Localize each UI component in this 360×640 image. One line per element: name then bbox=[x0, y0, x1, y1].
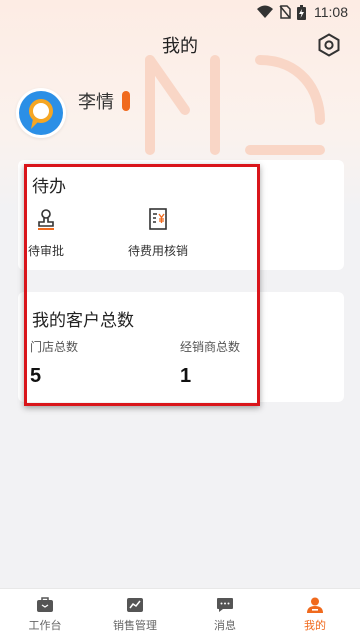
avatar-logo-icon bbox=[19, 91, 63, 135]
todo-title: 待办 bbox=[32, 177, 66, 197]
pending-expense-label: 待费用核销 bbox=[128, 244, 189, 258]
store-total-value: 5 bbox=[30, 365, 42, 387]
chart-icon bbox=[125, 596, 145, 614]
wifi-icon bbox=[257, 5, 273, 19]
customer-total-card: 我的客户总数 门店总数 5 经销商总数 1 bbox=[18, 292, 344, 402]
page-title: 我的 bbox=[162, 36, 198, 57]
nav-item-sales[interactable]: 销售管理 bbox=[90, 589, 180, 640]
user-name: 李情 bbox=[78, 92, 114, 113]
profile-icon bbox=[305, 596, 325, 614]
workbench-icon bbox=[35, 596, 55, 614]
dealer-total-stat[interactable]: 经销商总数 1 bbox=[180, 338, 240, 388]
status-badge bbox=[122, 91, 130, 111]
nav-item-mine[interactable]: 我的 bbox=[270, 589, 360, 640]
status-bar: 11:08 bbox=[0, 0, 360, 24]
nav-label-mine: 我的 bbox=[304, 619, 326, 632]
settings-icon bbox=[317, 33, 341, 61]
customer-total-title: 我的客户总数 bbox=[32, 311, 134, 331]
nav-item-messages[interactable]: 消息 bbox=[180, 589, 270, 640]
pending-approval-button[interactable]: 待审批 bbox=[28, 206, 64, 259]
expense-document-icon bbox=[145, 206, 171, 232]
stamp-icon bbox=[33, 206, 59, 232]
nav-label-workbench: 工作台 bbox=[28, 619, 62, 632]
nav-label-sales: 销售管理 bbox=[113, 619, 157, 632]
store-total-stat[interactable]: 门店总数 5 bbox=[30, 338, 78, 388]
battery-charging-icon bbox=[297, 4, 306, 20]
bottom-nav: 工作台 销售管理 消息 我的 bbox=[0, 588, 360, 640]
settings-button[interactable] bbox=[316, 33, 342, 61]
message-icon bbox=[215, 596, 235, 614]
pending-expense-button[interactable]: 待费用核销 bbox=[128, 206, 188, 259]
avatar[interactable] bbox=[16, 88, 66, 138]
dealer-total-label: 经销商总数 bbox=[180, 340, 241, 354]
todo-card: 待办 待审批 待费用核销 bbox=[18, 160, 344, 270]
dealer-total-value: 1 bbox=[180, 365, 192, 387]
pending-approval-label: 待审批 bbox=[28, 244, 65, 258]
nav-item-workbench[interactable]: 工作台 bbox=[0, 589, 90, 640]
store-total-label: 门店总数 bbox=[30, 340, 79, 354]
no-sim-icon bbox=[279, 5, 291, 19]
profile-section: 李情 bbox=[16, 88, 130, 138]
nav-label-messages: 消息 bbox=[214, 619, 236, 632]
status-time: 11:08 bbox=[314, 4, 348, 20]
